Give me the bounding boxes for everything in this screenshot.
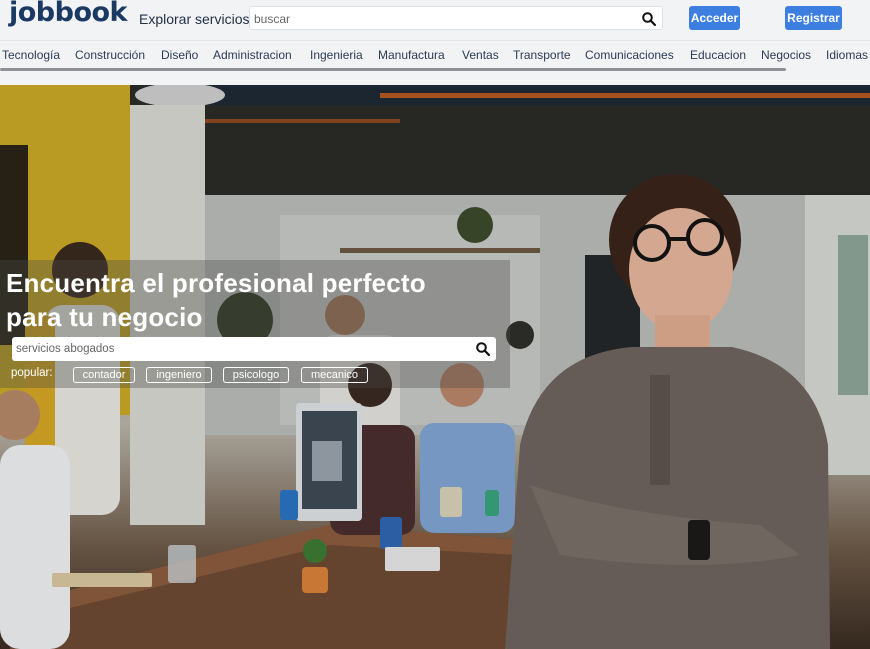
search-icon[interactable] bbox=[641, 11, 657, 27]
popular-tag-contador[interactable]: contador bbox=[73, 367, 135, 383]
popular-label: popular: bbox=[11, 367, 53, 379]
hero-title-line-1: Encuentra el profesional perfecto bbox=[6, 268, 426, 298]
popular-tag-psicologo[interactable]: psicologo bbox=[223, 367, 289, 383]
hero-search-input[interactable] bbox=[16, 341, 456, 357]
category-transporte[interactable]: Transporte bbox=[513, 48, 571, 62]
header-search bbox=[249, 6, 663, 30]
category-comunicaciones[interactable]: Comunicaciones bbox=[585, 48, 674, 62]
category-ingenieria[interactable]: Ingenieria bbox=[310, 48, 363, 62]
popular-tag-mecanico[interactable]: mecanico bbox=[301, 367, 368, 383]
header-search-input[interactable] bbox=[254, 10, 624, 27]
hero-section: Encuentra el profesional perfecto para t… bbox=[0, 85, 870, 649]
category-administracion[interactable]: Administracion bbox=[213, 48, 292, 62]
top-header: jobbook Explorar servicios Acceder Regis… bbox=[0, 0, 870, 40]
logo[interactable]: jobbook bbox=[9, 0, 128, 28]
category-diseno[interactable]: Diseño bbox=[161, 48, 198, 62]
category-ventas[interactable]: Ventas bbox=[462, 48, 499, 62]
hero-title-line-2: para tu negocio bbox=[6, 302, 203, 332]
login-button[interactable]: Acceder bbox=[689, 6, 740, 30]
search-icon[interactable] bbox=[475, 341, 491, 357]
register-button[interactable]: Registrar bbox=[785, 6, 842, 30]
explore-services-link[interactable]: Explorar servicios bbox=[139, 11, 249, 27]
category-idiomas[interactable]: Idiomas bbox=[826, 48, 868, 62]
category-manufactura[interactable]: Manufactura bbox=[378, 48, 445, 62]
category-educacion[interactable]: Educacion bbox=[690, 48, 746, 62]
popular-tag-ingeniero[interactable]: ingeniero bbox=[146, 367, 212, 383]
hero-title: Encuentra el profesional perfecto para t… bbox=[6, 266, 526, 334]
hero-search bbox=[12, 337, 496, 361]
category-nav-scrollbar[interactable] bbox=[0, 68, 786, 71]
category-tecnologia[interactable]: Tecnología bbox=[2, 48, 60, 62]
category-negocios[interactable]: Negocios bbox=[761, 48, 811, 62]
category-construccion[interactable]: Construcción bbox=[75, 48, 145, 62]
